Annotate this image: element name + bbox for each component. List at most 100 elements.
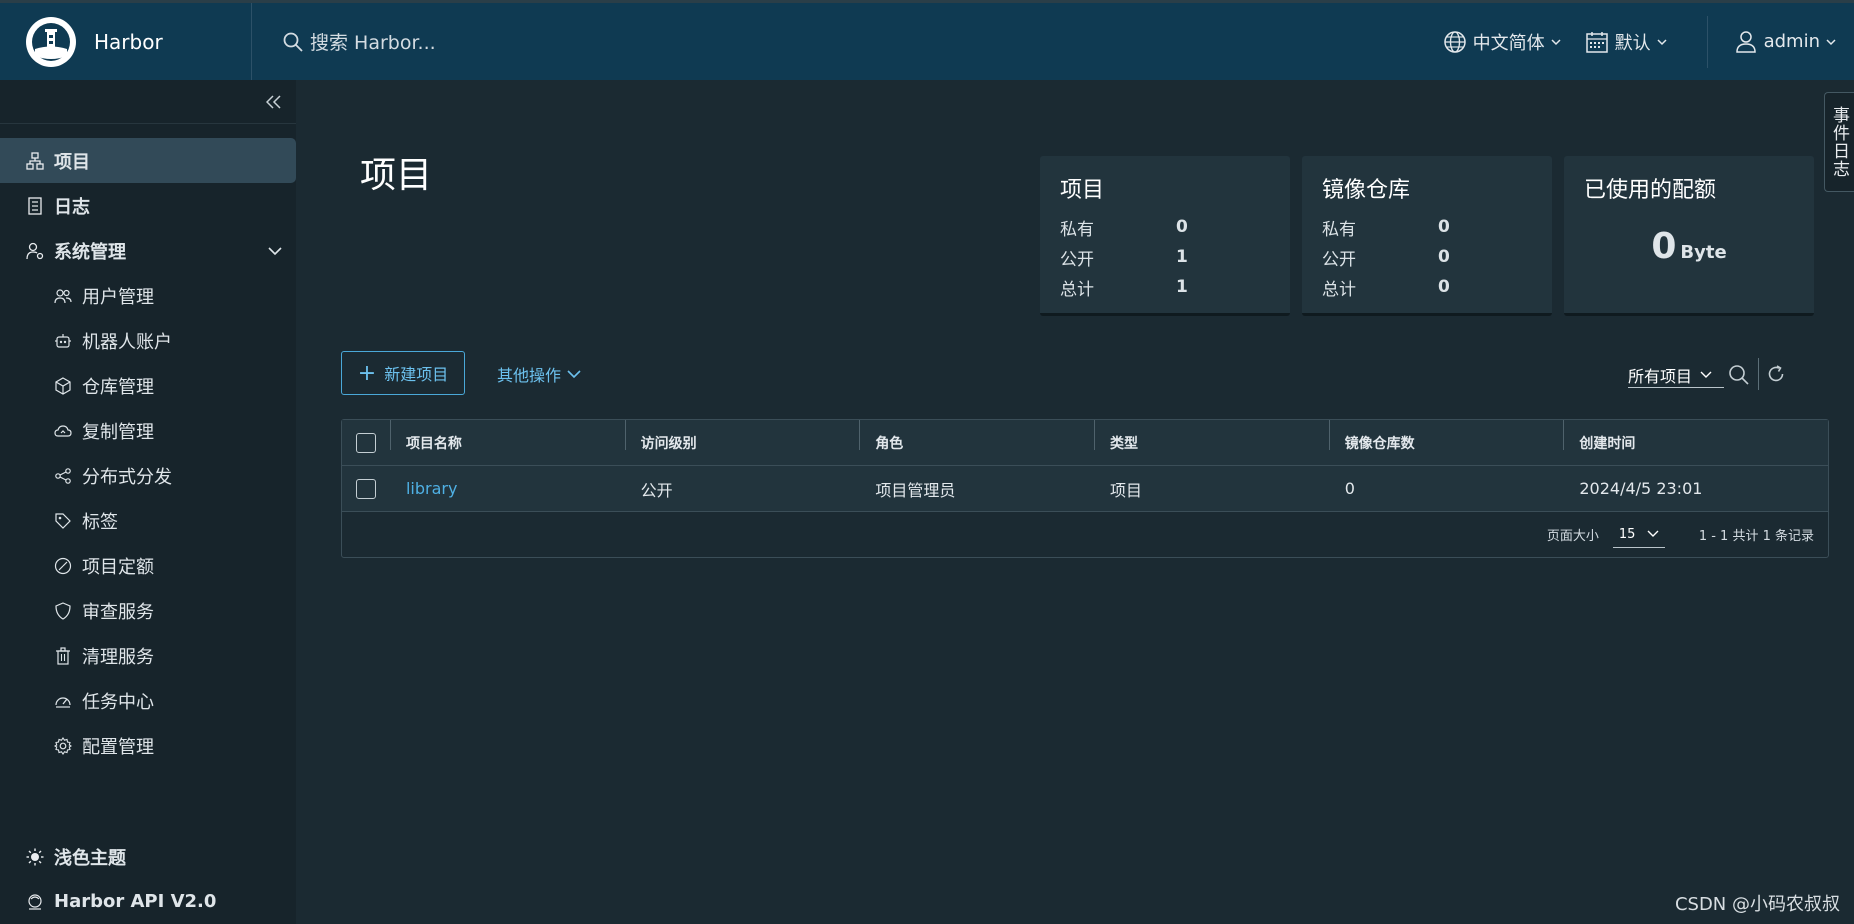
column-header-role[interactable]: 角色 <box>859 419 1094 453</box>
project-filter-select[interactable]: 所有项目 <box>1628 362 1724 388</box>
sidebar-item-label: 仓库管理 <box>82 376 154 398</box>
header-divider <box>1706 15 1708 68</box>
quota-icon <box>54 557 72 575</box>
public-label: 公开 <box>1322 249 1356 270</box>
sidebar-item-label: 审查服务 <box>82 601 154 623</box>
role: 项目管理员 <box>875 480 956 500</box>
sidebar-item-quotas[interactable]: 项目定额 <box>0 543 296 588</box>
sidebar-item-logs[interactable]: 日志 <box>0 183 296 228</box>
sidebar-item-labels[interactable]: 标签 <box>0 498 296 543</box>
theme-label: 浅色主题 <box>54 847 126 869</box>
sidebar-item-label: 复制管理 <box>82 421 154 443</box>
other-actions-label: 其他操作 <box>497 366 562 385</box>
collapse-sidebar-icon[interactable] <box>266 94 282 109</box>
quota-unit: Byte <box>1680 242 1727 263</box>
top-header: Harbor 搜索 Harbor... 中文简体 默认 admin <box>0 0 1854 80</box>
sidebar-item-job-service[interactable]: 任务中心 <box>0 678 296 723</box>
filter-value: 所有项目 <box>1628 366 1693 386</box>
row-select-cell <box>342 478 390 499</box>
globe-icon <box>1443 30 1467 54</box>
type: 项目 <box>1110 480 1143 500</box>
repo-count: 0 <box>1344 479 1355 498</box>
sidebar-item-registries[interactable]: 仓库管理 <box>0 363 296 408</box>
sidebar-collapse-row <box>0 80 296 124</box>
chevron-down-icon <box>1551 38 1561 46</box>
new-project-button[interactable]: + 新建项目 <box>341 351 465 395</box>
theme-toggle[interactable]: 浅色主题 <box>0 834 296 879</box>
sidebar-item-label: 用户管理 <box>82 286 154 308</box>
column-header-repo-count[interactable]: 镜像仓库数 <box>1328 419 1564 453</box>
private-count: 0 <box>1176 217 1188 237</box>
project-name-link[interactable]: library <box>406 479 457 498</box>
table-footer: 页面大小 15 1 - 1 共计 1 条记录 <box>342 512 1828 557</box>
search-input[interactable]: 搜索 Harbor... <box>310 28 436 55</box>
private-label: 私有 <box>1322 219 1356 240</box>
total-count: 1 <box>1176 277 1188 297</box>
chevron-down-icon <box>567 369 581 379</box>
total-label: 总计 <box>1060 279 1094 300</box>
chevron-down-icon <box>1700 371 1712 379</box>
column-header-access[interactable]: 访问级别 <box>624 419 860 453</box>
tag-icon <box>54 512 72 530</box>
chevron-down-icon <box>268 246 282 256</box>
sidebar-nav: 项目 日志 系统管理 用户管理 机器人账户 仓库管理 复制管理 分布式分发 标签… <box>0 138 296 768</box>
refresh-icon[interactable] <box>1766 364 1786 384</box>
search-icon <box>282 31 304 53</box>
sidebar-item-label: 任务中心 <box>82 691 154 713</box>
sidebar-item-administration[interactable]: 系统管理 <box>0 228 296 273</box>
sidebar-item-configuration[interactable]: 配置管理 <box>0 723 296 768</box>
total-count: 0 <box>1438 277 1450 297</box>
sidebar-item-label: 项目 <box>54 151 90 173</box>
repositories-summary-card: 镜像仓库 私有 0 公开 0 总计 0 <box>1302 156 1552 316</box>
toolbar-divider <box>1758 358 1759 390</box>
api-link[interactable]: Harbor API V2.0 <box>0 879 296 924</box>
sidebar-item-label: 项目定额 <box>82 556 154 578</box>
sidebar-item-robot-accounts[interactable]: 机器人账户 <box>0 318 296 363</box>
global-search[interactable]: 搜索 Harbor... <box>282 28 1182 55</box>
page-size-label: 页面大小 <box>1546 529 1599 544</box>
public-count: 1 <box>1176 247 1188 267</box>
sidebar-item-label: 日志 <box>54 196 90 218</box>
user-menu[interactable]: admin <box>1734 30 1836 54</box>
app-name: Harbor <box>94 29 163 54</box>
date-format-label: 默认 <box>1614 32 1651 54</box>
sidebar-item-distributions[interactable]: 分布式分发 <box>0 453 296 498</box>
row-checkbox[interactable] <box>355 478 376 499</box>
table-header: 项目名称 访问级别 角色 类型 镜像仓库数 创建时间 <box>342 419 1828 466</box>
calendar-icon <box>1585 30 1609 54</box>
column-header-created[interactable]: 创建时间 <box>1563 419 1828 453</box>
sidebar-item-users[interactable]: 用户管理 <box>0 273 296 318</box>
projects-summary-card: 项目 私有 0 公开 1 总计 1 <box>1040 156 1290 316</box>
harbor-logo <box>26 16 76 67</box>
sidebar-item-label: 分布式分发 <box>82 466 172 488</box>
sidebar-item-label: 标签 <box>82 511 118 533</box>
user-name: admin <box>1763 31 1820 52</box>
column-header-type[interactable]: 类型 <box>1094 419 1329 453</box>
projects-icon <box>26 151 44 170</box>
card-title: 镜像仓库 <box>1322 178 1411 203</box>
watermark: CSDN @小码农叔叔 <box>1674 894 1840 915</box>
column-header-name[interactable]: 项目名称 <box>389 419 625 453</box>
sidebar-item-clean-up[interactable]: 清理服务 <box>0 633 296 678</box>
date-format-switcher[interactable]: 默认 <box>1585 29 1667 55</box>
replication-icon <box>54 422 72 440</box>
sidebar-footer: 浅色主题 Harbor API V2.0 <box>0 834 296 924</box>
sidebar-item-label: 系统管理 <box>54 241 126 263</box>
select-all-cell <box>342 432 390 453</box>
sidebar-item-replications[interactable]: 复制管理 <box>0 408 296 453</box>
page-size-select[interactable]: 15 <box>1612 522 1665 548</box>
trash-icon <box>54 646 72 665</box>
pager-info: 1 - 1 共计 1 条记录 <box>1698 529 1814 544</box>
event-log-label: 事件日志 <box>1829 106 1849 178</box>
sidebar-item-projects[interactable]: 项目 <box>0 138 296 183</box>
private-label: 私有 <box>1060 219 1094 240</box>
brand[interactable]: Harbor <box>0 3 252 80</box>
event-log-tab[interactable]: 事件日志 <box>1824 92 1854 192</box>
search-icon[interactable] <box>1728 364 1750 386</box>
language-switcher[interactable]: 中文简体 <box>1443 29 1561 55</box>
select-all-checkbox[interactable] <box>355 432 376 453</box>
quota-summary-card: 已使用的配额 0 Byte <box>1564 156 1814 316</box>
sidebar-item-label: 清理服务 <box>82 646 154 668</box>
sidebar-item-interrogation[interactable]: 审查服务 <box>0 588 296 633</box>
other-actions-dropdown[interactable]: 其他操作 <box>497 362 581 386</box>
